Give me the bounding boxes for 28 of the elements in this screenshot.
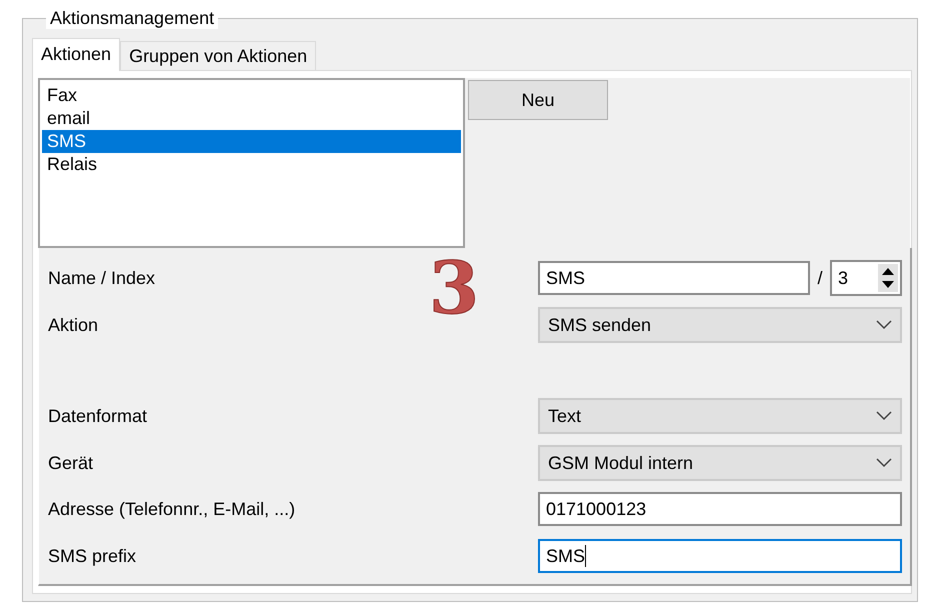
list-item[interactable]: Fax [42,84,461,107]
field-label: Aktion [48,314,100,336]
field-label: Gerät [48,452,94,474]
field-label: SMS prefix [48,546,138,566]
text-field[interactable]: 0171000123 [538,492,902,526]
list-item[interactable]: SMS [42,130,461,153]
list-item[interactable]: Relais [42,153,461,176]
chevron-down-icon [876,411,892,421]
text-field[interactable]: SMS [538,539,902,573]
chevron-down-icon [876,458,892,468]
dropdown[interactable]: GSM Modul intern [538,445,902,481]
index-spinner[interactable]: 3 [830,260,902,296]
step-number: 3 [429,252,480,324]
field-label: Adresse (Telefonnr., E-Mail, ...) [48,498,296,520]
group-title: Aktionsmanagement [46,8,218,29]
new-button[interactable]: Neu [468,80,608,120]
list-item[interactable]: email [42,107,461,130]
field-label: Datenformat [48,406,148,426]
dropdown[interactable]: SMS senden [538,307,902,343]
name-field[interactable]: SMS [538,261,810,295]
actions-list[interactable]: Fax email SMS Relais [38,78,465,248]
tab[interactable]: Gruppen von Aktionen [120,41,316,71]
tab[interactable]: Aktionen [32,38,120,71]
dropdown[interactable]: Text [538,398,902,434]
field-label: Name / Index [48,268,156,288]
up-down-arrows-icon[interactable] [878,264,898,292]
separator-text: / [816,268,824,288]
chevron-down-icon [876,320,892,330]
